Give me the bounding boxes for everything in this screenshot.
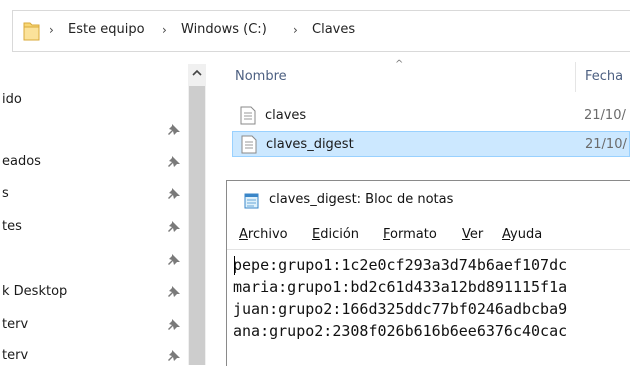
nav-item[interactable]: tes xyxy=(0,219,188,239)
pin-icon xyxy=(168,319,180,330)
notepad-text-area[interactable]: pepe:grupo1:1c2e0cf293a3d74b6aef107dc ma… xyxy=(227,249,630,367)
nav-item[interactable]: terv xyxy=(0,348,188,368)
nav-item-label: terv xyxy=(2,348,29,363)
nav-item-label: ido xyxy=(2,92,22,107)
breadcrumb-este-equipo[interactable]: Este equipo xyxy=(68,22,145,37)
file-row-claves-digest[interactable]: claves_digest 21/10/ xyxy=(232,131,630,157)
file-date: 21/10/ xyxy=(585,137,627,152)
nav-item[interactable]: terv xyxy=(0,317,188,337)
menu-label: ormato xyxy=(390,227,437,242)
nav-item-label: eados xyxy=(2,154,41,169)
nav-item-quick-access[interactable]: ido xyxy=(0,92,188,112)
breadcrumb-windows-c[interactable]: Windows (C:) xyxy=(181,22,267,37)
file-name: claves xyxy=(265,108,307,123)
pin-icon xyxy=(168,350,180,361)
pin-icon xyxy=(168,124,180,135)
column-header-date[interactable]: Fecha xyxy=(585,69,623,84)
notepad-menu-bar: Archivo Edición Formato Ver Ayuda xyxy=(227,225,630,247)
sort-ascending-icon: ^ xyxy=(395,59,404,70)
nav-item[interactable] xyxy=(0,122,188,142)
nav-item-label: k Desktop xyxy=(2,284,68,299)
menu-formato[interactable]: Formato xyxy=(383,227,437,242)
column-header-row: ^ Nombre Fecha xyxy=(207,59,630,92)
menu-ayuda[interactable]: Ayuda xyxy=(502,227,542,242)
nav-item-label: s xyxy=(2,186,9,201)
nav-scrollbar[interactable] xyxy=(188,64,206,365)
menu-label: rchivo xyxy=(247,227,288,242)
nav-item-desktop[interactable]: k Desktop xyxy=(0,284,188,304)
pin-icon xyxy=(168,286,180,297)
menu-label: er xyxy=(469,227,484,242)
menu-edicion[interactable]: Edición xyxy=(312,227,359,242)
breadcrumb-claves[interactable]: Claves xyxy=(312,22,355,37)
menu-accelerator: F xyxy=(383,227,391,242)
scroll-up-arrow-icon[interactable] xyxy=(188,64,206,82)
navigation-pane: ido eados s tes k Desktop terv terv xyxy=(0,64,188,365)
notepad-window[interactable]: claves_digest: Bloc de notas Archivo Edi… xyxy=(226,180,630,366)
nav-item-label: tes xyxy=(2,219,22,234)
text-line: ana:grupo2:2308f026b616b6ee6376c40cac xyxy=(233,322,568,340)
menu-accelerator: E xyxy=(312,227,321,242)
notepad-title: claves_digest: Bloc de notas xyxy=(269,192,454,207)
text-caret xyxy=(234,256,235,275)
column-divider[interactable] xyxy=(575,62,576,92)
pin-icon xyxy=(168,188,180,199)
text-file-icon xyxy=(240,106,256,125)
pin-icon xyxy=(168,156,180,167)
menu-accelerator: A xyxy=(502,227,511,242)
text-line: maria:grupo1:bd2c61d433a12bd891115f1a xyxy=(233,278,568,296)
menu-accelerator: A xyxy=(239,227,248,242)
column-header-name[interactable]: Nombre xyxy=(235,69,287,84)
address-bar[interactable]: › Este equipo › Windows (C:) › Claves xyxy=(12,10,630,52)
text-line: juan:grupo2:166d325ddc77bf0246adbcba9 xyxy=(233,300,568,318)
breadcrumb-separator: › xyxy=(293,23,298,37)
nav-item[interactable]: s xyxy=(0,186,188,206)
scrollbar-thumb[interactable] xyxy=(189,86,205,365)
menu-archivo[interactable]: Archivo xyxy=(239,227,288,242)
nav-item-label: terv xyxy=(2,317,29,332)
menu-ver[interactable]: Ver xyxy=(462,227,483,242)
notepad-title-bar[interactable]: claves_digest: Bloc de notas xyxy=(227,181,630,217)
pin-icon xyxy=(168,254,180,265)
menu-accelerator: V xyxy=(462,227,470,242)
folder-icon xyxy=(23,22,40,41)
file-name: claves_digest xyxy=(266,137,354,152)
file-row-claves[interactable]: claves 21/10/ xyxy=(232,103,630,129)
notepad-icon xyxy=(244,193,259,209)
pin-icon xyxy=(168,221,180,232)
nav-item-descargados[interactable]: eados xyxy=(0,154,188,174)
text-file-icon xyxy=(241,135,257,154)
breadcrumb-separator: › xyxy=(49,23,54,37)
file-date: 21/10/ xyxy=(584,108,626,123)
breadcrumb-separator: › xyxy=(162,23,167,37)
menu-label: yuda xyxy=(510,227,543,242)
menu-label: dición xyxy=(320,227,360,242)
nav-item[interactable] xyxy=(0,252,188,272)
text-line: pepe:grupo1:1c2e0cf293a3d74b6aef107dc xyxy=(233,256,568,274)
